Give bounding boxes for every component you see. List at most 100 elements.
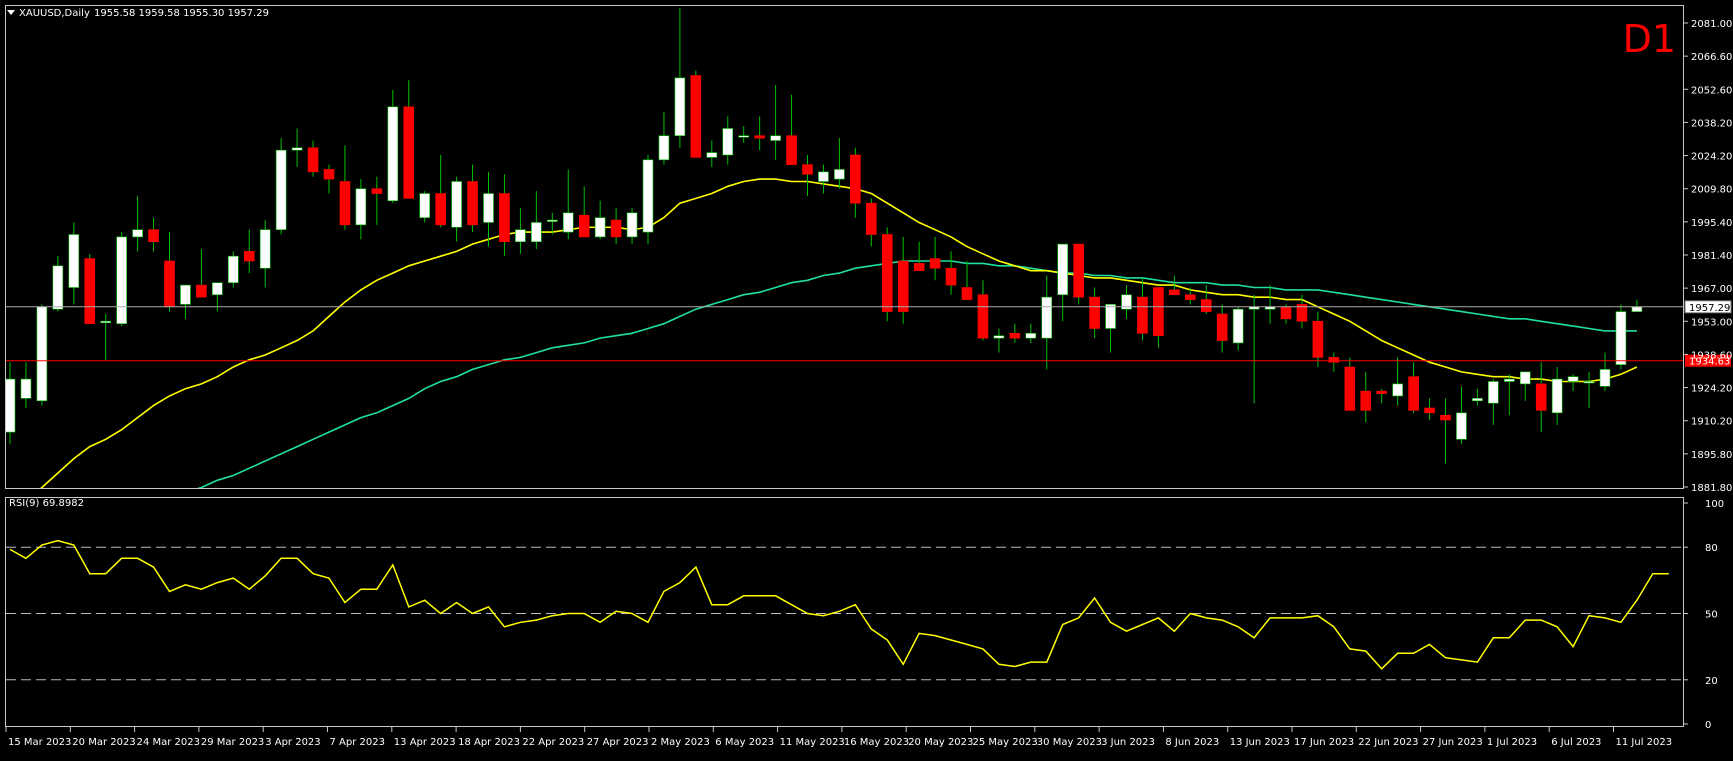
candle-body-bear bbox=[164, 260, 175, 308]
collapse-triangle-icon[interactable] bbox=[7, 10, 15, 15]
candle-body-bear bbox=[1009, 333, 1021, 339]
candle-body-bull bbox=[1599, 369, 1611, 387]
ma-fast-line bbox=[40, 178, 1638, 488]
candle bbox=[945, 251, 957, 295]
candle-body-bull bbox=[770, 135, 781, 141]
candle bbox=[786, 94, 797, 165]
candle bbox=[626, 208, 638, 245]
candle-body-bull bbox=[100, 320, 111, 324]
candle bbox=[1232, 306, 1244, 351]
candle-body-bear bbox=[1153, 287, 1164, 337]
ohlc-readout: 1955.58 1959.58 1955.30 1957.29 bbox=[94, 8, 269, 19]
candle bbox=[642, 154, 654, 245]
y-tick-label: 1924.20 bbox=[1691, 384, 1732, 395]
candle-body-bull bbox=[626, 212, 638, 238]
rsi-pane-frame bbox=[5, 497, 1684, 727]
candle-body-bull bbox=[546, 219, 558, 222]
candle-body-bull bbox=[706, 152, 718, 158]
candle bbox=[419, 191, 431, 223]
candle-body-bear bbox=[913, 263, 925, 271]
x-tick-label: 1 Jul 2023 bbox=[1487, 737, 1537, 748]
candle bbox=[1615, 304, 1627, 370]
timeframe-badge: D1 bbox=[1623, 17, 1676, 61]
candle-body-bear bbox=[929, 258, 941, 269]
rsi-y-tick-label: 20 bbox=[1705, 676, 1718, 687]
candle bbox=[1535, 362, 1547, 433]
x-tick-label: 11 Jul 2023 bbox=[1616, 737, 1673, 748]
candle bbox=[961, 261, 973, 300]
candle-body-bear bbox=[1169, 289, 1180, 296]
candle bbox=[1631, 299, 1643, 312]
y-tick-label: 1995.40 bbox=[1691, 218, 1732, 229]
x-tick-label: 3 Jun 2023 bbox=[1101, 737, 1155, 748]
x-tick-label: 24 Mar 2023 bbox=[137, 737, 200, 748]
chart-canvas[interactable]: 1957.291934.63 2081.002066.602052.602038… bbox=[0, 0, 1733, 756]
candle bbox=[1583, 371, 1595, 408]
candle bbox=[1424, 398, 1435, 421]
candle bbox=[1248, 294, 1260, 404]
candle-body-bull bbox=[818, 171, 829, 182]
candle bbox=[1153, 287, 1164, 348]
candle bbox=[52, 256, 64, 312]
candle-body-bull bbox=[1456, 412, 1467, 440]
candle-body-bear bbox=[977, 294, 989, 339]
candle-body-bear bbox=[897, 260, 909, 312]
y-tick-label: 2038.20 bbox=[1691, 118, 1732, 129]
candle bbox=[578, 186, 590, 238]
candle-body-bull bbox=[387, 106, 399, 202]
candle-body-bear bbox=[850, 154, 861, 204]
candle bbox=[897, 236, 909, 324]
candle bbox=[6, 362, 16, 445]
candle-body-bull bbox=[1504, 378, 1515, 382]
candle-body-bear bbox=[1089, 296, 1100, 329]
candle-body-bull bbox=[1025, 333, 1037, 339]
candle-body-bull bbox=[1488, 381, 1499, 404]
candle-body-bull bbox=[259, 229, 271, 269]
candle bbox=[1567, 374, 1579, 392]
candle bbox=[610, 208, 622, 245]
candle bbox=[802, 154, 813, 196]
candle bbox=[243, 229, 255, 274]
candle bbox=[1344, 357, 1356, 411]
candle bbox=[100, 314, 111, 360]
rsi-y-tick-label: 100 bbox=[1705, 499, 1724, 510]
candle bbox=[403, 80, 415, 199]
x-tick-label: 27 Jun 2023 bbox=[1423, 737, 1483, 748]
chart-window[interactable]: 1957.29 1934.63 2081.00 2066.60 2052.60 2038… bbox=[0, 0, 1733, 756]
candle-body-bull bbox=[722, 128, 734, 156]
candle bbox=[562, 169, 574, 240]
candle bbox=[1328, 352, 1340, 372]
candle bbox=[977, 280, 989, 341]
x-tick-label: 30 May 2023 bbox=[1037, 737, 1102, 748]
candle-body-bull bbox=[834, 169, 845, 180]
candle-body-bear bbox=[1360, 390, 1372, 411]
candle-body-bull bbox=[738, 135, 750, 138]
candle bbox=[68, 222, 80, 305]
candle-body-bull bbox=[20, 378, 32, 399]
x-tick-label: 16 May 2023 bbox=[844, 737, 909, 748]
candle bbox=[531, 191, 542, 249]
candle bbox=[865, 198, 877, 247]
candle bbox=[1264, 285, 1276, 324]
candle bbox=[148, 217, 159, 252]
candle bbox=[674, 8, 686, 148]
candle-body-bear bbox=[499, 193, 510, 243]
candle-body-bull bbox=[1392, 383, 1403, 397]
main-pane-frame bbox=[5, 5, 1684, 489]
candle bbox=[180, 284, 191, 319]
candle-body-bear bbox=[786, 135, 797, 165]
candle-body-bear bbox=[243, 251, 255, 262]
candle bbox=[1392, 357, 1403, 406]
x-tick-label: 7 Apr 2023 bbox=[330, 737, 385, 748]
y-tick-label: 2024.20 bbox=[1691, 152, 1732, 163]
candle-body-bull bbox=[52, 265, 64, 310]
candle-body-bull bbox=[531, 222, 542, 243]
candle bbox=[1216, 304, 1228, 353]
candle-body-bear bbox=[1200, 299, 1212, 312]
candle bbox=[1599, 352, 1611, 392]
candle bbox=[1137, 277, 1148, 341]
candle-body-bear bbox=[435, 193, 446, 226]
candle-body-bull bbox=[1472, 398, 1483, 402]
candle bbox=[36, 304, 48, 406]
x-tick-label: 6 Jul 2023 bbox=[1551, 737, 1601, 748]
